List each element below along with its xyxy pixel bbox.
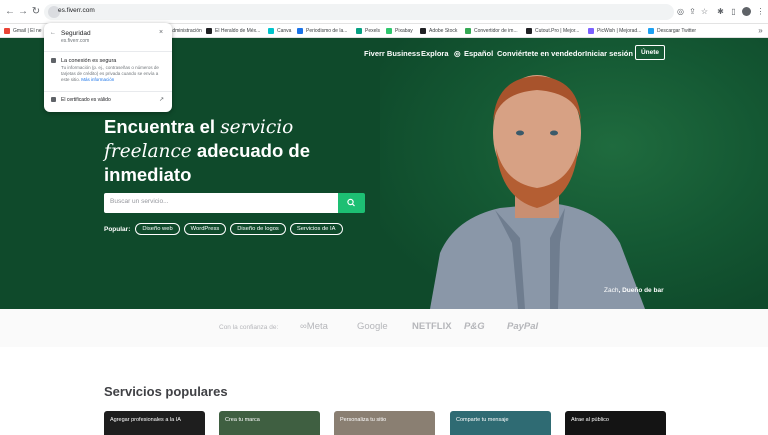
trusted-by-label: Con la confianza de: [219, 324, 279, 331]
avatar[interactable] [742, 7, 751, 16]
popup-domain: es.fiverr.com [61, 38, 90, 44]
popup-title: Seguridad [61, 30, 91, 37]
back-arrow-icon[interactable]: ← [50, 30, 56, 36]
forward-icon[interactable]: → [17, 6, 29, 18]
bookmark-heraldo[interactable]: El Heraldo de Méx... [206, 26, 260, 36]
bookmark-picwish[interactable]: PicWish | Mejorad... [588, 26, 641, 36]
service-card-message[interactable]: Comparte tu mensaje [450, 411, 551, 435]
search-placeholder: Buscar un servicio... [110, 198, 169, 205]
paypal-logo: PayPal [507, 321, 539, 332]
pg-logo: P&G [464, 321, 485, 332]
bookmarks-overflow-icon[interactable]: » [756, 26, 765, 35]
google-logo: Google [357, 321, 388, 332]
bookmark-adobe-stock[interactable]: Adobe Stock [420, 26, 457, 36]
popup-divider [44, 51, 172, 52]
popular-tags: Popular: Diseño web WordPress Diseño de … [104, 223, 347, 235]
search-button[interactable] [338, 193, 365, 213]
bookmark-favicon [648, 28, 654, 34]
browser-toolbar: ← → ↻ es.fiverr.com ◎ ⇪ ☆ ✱ ▯ ⋮ [0, 0, 768, 24]
join-button[interactable]: Únete [635, 45, 665, 60]
globe-icon: ◎ [454, 49, 461, 58]
nav-sign-in[interactable]: Iniciar sesión [585, 49, 633, 58]
popular-label: Popular: [104, 225, 131, 233]
popular-tag-servicios-ia[interactable]: Servicios de IA [289, 223, 343, 235]
nav-fiverr-business[interactable]: Fiverr Business [364, 49, 420, 58]
bookmark-favicon [4, 28, 10, 34]
external-link-icon[interactable]: ↗ [159, 96, 164, 103]
extensions-icon[interactable]: ✱ [716, 7, 725, 16]
star-icon[interactable]: ☆ [700, 7, 709, 16]
more-info-link[interactable]: Más información [81, 77, 114, 82]
bookmark-favicon [297, 28, 303, 34]
connection-secure-body: Tu información (p. ej., contraseñas o nú… [61, 65, 159, 82]
reload-icon[interactable]: ↻ [30, 6, 42, 18]
bookmark-favicon [526, 28, 532, 34]
address-url: es.fiverr.com [58, 7, 95, 14]
popular-tag-wordpress[interactable]: WordPress [183, 223, 227, 235]
close-icon[interactable]: × [159, 29, 163, 36]
bookmark-convertidor[interactable]: Convertidor de im... [465, 26, 518, 36]
connection-secure-title: La conexión es segura [61, 58, 117, 64]
nav-language[interactable]: Español [464, 49, 493, 58]
hero-headline: Encuentra el servicio freelance adecuado… [104, 116, 310, 185]
bookmark-pexels[interactable]: Pexels [356, 26, 380, 36]
popup-divider [44, 91, 172, 92]
bookmark-favicon [206, 28, 212, 34]
bookmark-favicon [420, 28, 426, 34]
service-card-brand[interactable]: Crea tu marca [219, 411, 320, 435]
service-card-audience[interactable]: Atrae al público [565, 411, 666, 435]
address-bar[interactable]: es.fiverr.com [44, 4, 674, 20]
lock-icon [51, 58, 56, 63]
meta-infinity-icon: ∞ [300, 321, 307, 332]
popular-services-title: Servicios populares [104, 384, 228, 399]
site-security-popup: ← Seguridad es.fiverr.com × La conexión … [44, 23, 172, 112]
share-icon[interactable]: ⇪ [688, 7, 697, 16]
search-input[interactable]: Buscar un servicio... [104, 193, 338, 213]
hero-caption: Zach, Dueño de bar [604, 287, 664, 294]
bookmark-cutout[interactable]: Cutout.Pro | Mejor... [526, 26, 579, 36]
meta-logo: ∞Meta [300, 321, 328, 332]
bookmark-favicon [356, 28, 362, 34]
netflix-logo: NETFLIX [412, 321, 452, 332]
nav-become-seller[interactable]: Conviértete en vendedor [497, 49, 585, 58]
translate-icon[interactable]: ◎ [676, 7, 685, 16]
sidebar-icon[interactable]: ▯ [729, 7, 738, 16]
trusted-by-bar: Con la confianza de: ∞Meta Google NETFLI… [0, 309, 768, 347]
bookmark-favicon [588, 28, 594, 34]
service-card-ai[interactable]: Agregar profesionales a la IA [104, 411, 205, 435]
bookmark-favicon [386, 28, 392, 34]
service-card-website[interactable]: Personaliza tu sitio [334, 411, 435, 435]
bookmark-favicon [465, 28, 471, 34]
certificate-icon [51, 97, 56, 102]
bookmark-twitter[interactable]: Descargar Twitter [648, 26, 696, 36]
popular-tag-diseno-logos[interactable]: Diseño de logos [230, 223, 286, 235]
bookmark-gmail[interactable]: Gmail | El ne [4, 26, 42, 36]
bookmark-canva[interactable]: Canva [268, 26, 291, 36]
back-icon[interactable]: ← [4, 6, 16, 18]
bookmark-pixabay[interactable]: Pixabay [386, 26, 413, 36]
certificate-valid-item[interactable]: El certificado es válido [61, 97, 111, 103]
bookmark-periodismo[interactable]: Periodismo de la... [297, 26, 347, 36]
nav-explora[interactable]: Explora [421, 49, 449, 58]
popular-tag-diseno-web[interactable]: Diseño web [135, 223, 180, 235]
menu-icon[interactable]: ⋮ [756, 7, 765, 16]
bookmark-favicon [268, 28, 274, 34]
search-icon [347, 198, 355, 207]
hero-portrait [430, 75, 645, 309]
